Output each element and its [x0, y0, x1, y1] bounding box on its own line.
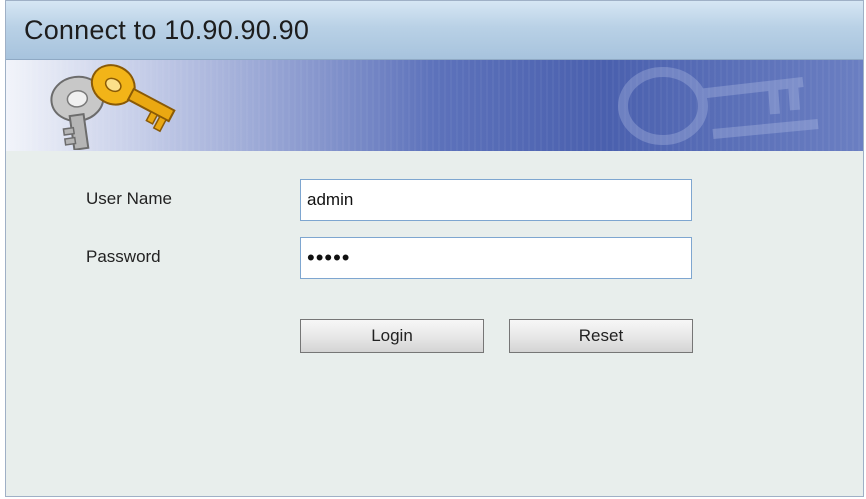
login-button[interactable]: Login — [300, 319, 484, 353]
title-bar: Connect to 10.90.90.90 — [6, 1, 863, 60]
keys-watermark-icon — [618, 67, 819, 145]
keys-icon — [50, 64, 176, 150]
username-label: User Name — [86, 189, 172, 208]
reset-button[interactable]: Reset — [509, 319, 693, 353]
dialog-title: Connect to 10.90.90.90 — [24, 15, 310, 45]
login-dialog: Connect to 10.90.90.90 User Name admin P… — [5, 0, 864, 497]
banner — [6, 60, 863, 151]
login-form: User Name Password Login Reset — [6, 151, 863, 496]
username-field[interactable] — [300, 179, 692, 221]
password-field[interactable] — [300, 237, 692, 279]
password-label: Password — [86, 247, 161, 266]
